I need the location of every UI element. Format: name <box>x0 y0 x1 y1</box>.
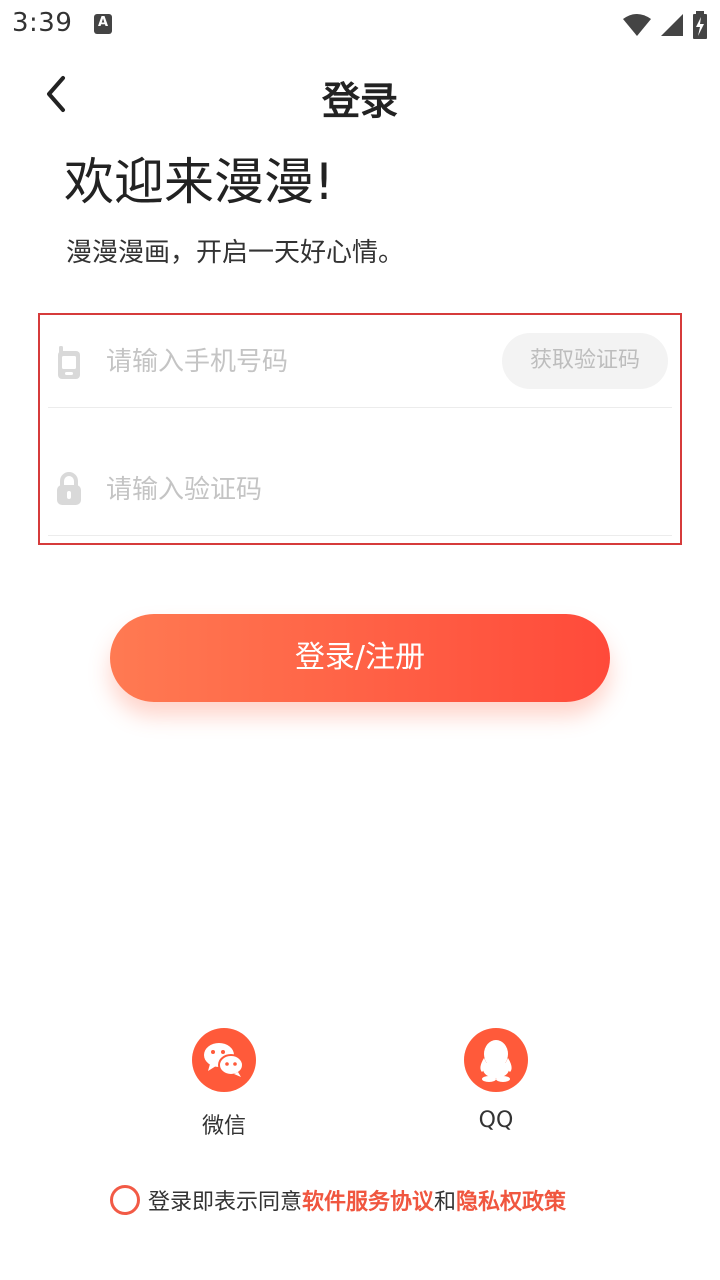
wifi-icon <box>623 14 651 36</box>
login-register-button[interactable]: 登录/注册 <box>110 614 610 702</box>
welcome-title: 欢迎来漫漫! <box>64 153 335 211</box>
wechat-label: 微信 <box>201 1114 246 1139</box>
login-screen: 3:39 A 登录 欢迎来漫漫! 漫漫漫画，开启一天好心情。 请输入手机号码 获… <box>0 0 720 1280</box>
agreement-joiner: 和 <box>434 1190 457 1215</box>
lock-icon <box>57 472 81 505</box>
status-icons <box>622 10 708 40</box>
phone-input[interactable] <box>106 337 486 387</box>
service-agreement-link[interactable]: 软件服务协议 <box>302 1184 434 1216</box>
phone-row: 获取验证码 <box>48 315 672 408</box>
battery-charging-icon <box>693 11 707 39</box>
qq-label: QQ <box>478 1108 514 1133</box>
login-form: 获取验证码 <box>38 313 682 545</box>
get-code-button[interactable]: 获取验证码 <box>502 333 668 389</box>
wechat-login-button[interactable]: 微信 <box>154 1028 294 1140</box>
privacy-policy-link[interactable]: 隐私权政策 <box>456 1184 566 1216</box>
agreement-checkbox[interactable] <box>110 1185 140 1215</box>
status-bar: 3:39 A <box>0 0 720 50</box>
code-input[interactable] <box>106 465 486 515</box>
signal-icon <box>661 14 683 36</box>
wechat-icon <box>204 1043 244 1077</box>
nav-bar: 登录 <box>0 60 720 130</box>
code-row <box>48 443 672 536</box>
qq-login-button[interactable]: QQ <box>426 1028 566 1133</box>
accessibility-badge-icon: A <box>94 14 112 34</box>
wechat-icon-circle <box>192 1028 256 1092</box>
status-time: 3:39 <box>12 8 73 38</box>
page-title: 登录 <box>321 79 398 123</box>
qq-icon-circle <box>464 1028 528 1092</box>
phone-icon <box>58 346 80 379</box>
qq-icon <box>480 1040 512 1082</box>
welcome-subtitle: 漫漫漫画，开启一天好心情。 <box>66 238 405 268</box>
agreement-row: 登录即表示同意 软件服务协议 和 隐私权政策 <box>110 1182 566 1218</box>
agreement-prefix: 登录即表示同意 <box>148 1190 303 1215</box>
